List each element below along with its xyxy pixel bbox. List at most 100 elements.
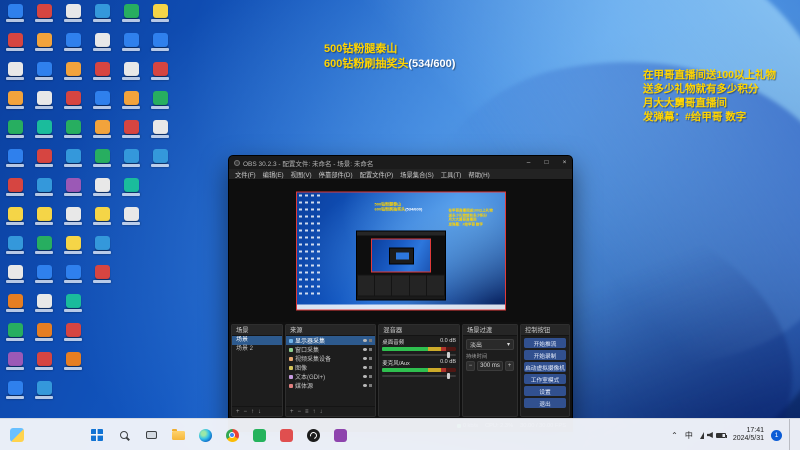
desktop-icon[interactable]	[149, 4, 171, 26]
desktop-icon[interactable]	[120, 91, 142, 113]
visibility-icon[interactable]	[363, 375, 368, 378]
desktop-icon[interactable]	[62, 294, 84, 316]
desktop-icon[interactable]	[62, 33, 84, 55]
desktop-icon[interactable]	[33, 323, 55, 345]
obs-preview-area[interactable]: 500钻粉腿泰山 600钻粉刷抽奖头(534/600) 在甲哥直播间送100以上…	[229, 180, 572, 322]
scene-item[interactable]: 场景 2	[232, 345, 282, 354]
source-up-button[interactable]: ↑	[313, 409, 316, 415]
menu-view[interactable]: 视图(V)	[291, 170, 312, 179]
chrome-icon[interactable]	[221, 424, 243, 446]
duration-value[interactable]: 300 ms	[477, 361, 503, 371]
maximize-button[interactable]: □	[539, 156, 554, 169]
studio-mode-button[interactable]: 工作室模式	[524, 374, 566, 384]
desktop-icon[interactable]	[62, 120, 84, 142]
menu-edit[interactable]: 编辑(E)	[263, 170, 284, 179]
desktop-icon[interactable]	[120, 207, 142, 229]
show-desktop-button[interactable]	[789, 419, 792, 450]
menu-docks[interactable]: 停靠部件(D)	[319, 170, 353, 179]
transition-select[interactable]: 淡出 ▾	[466, 339, 514, 350]
desktop-icon[interactable]	[4, 91, 26, 113]
start-streaming-button[interactable]: 开始推流	[524, 338, 566, 348]
visibility-icon[interactable]	[363, 348, 368, 351]
menu-tools[interactable]: 工具(T)	[441, 170, 462, 179]
slider-knob[interactable]	[447, 352, 451, 358]
menu-profile[interactable]: 配置文件(P)	[360, 170, 394, 179]
duration-increase-button[interactable]: +	[505, 361, 514, 371]
remove-source-button[interactable]: −	[298, 409, 302, 415]
desktop-icon[interactable]	[91, 33, 113, 55]
menu-help[interactable]: 帮助(H)	[468, 170, 489, 179]
desktop-icon[interactable]	[4, 352, 26, 374]
desktop-icon[interactable]	[33, 381, 55, 403]
desktop-icon[interactable]	[149, 62, 171, 84]
desktop-icon[interactable]	[4, 149, 26, 171]
visibility-icon[interactable]	[363, 339, 368, 342]
add-scene-button[interactable]: +	[236, 409, 240, 415]
desktop-icon[interactable]	[33, 33, 55, 55]
desktop-icon[interactable]	[33, 149, 55, 171]
scene-down-button[interactable]: ↓	[258, 409, 261, 415]
desktop-icon[interactable]	[62, 149, 84, 171]
desktop-icon[interactable]	[149, 149, 171, 171]
source-item[interactable]: 窗口采集	[286, 345, 375, 354]
settings-button[interactable]: 设置	[524, 386, 566, 396]
minimize-button[interactable]: –	[521, 156, 536, 169]
exit-button[interactable]: 退出	[524, 398, 566, 408]
desktop-icon[interactable]	[62, 178, 84, 200]
desktop-icon[interactable]	[62, 323, 84, 345]
desktop-icon[interactable]	[120, 4, 142, 26]
desktop-icon[interactable]	[120, 120, 142, 142]
lock-icon[interactable]	[369, 366, 373, 369]
desktop-icon[interactable]	[62, 265, 84, 287]
desktop-icon[interactable]	[4, 236, 26, 258]
lock-icon[interactable]	[369, 339, 373, 342]
desktop-icon[interactable]	[149, 33, 171, 55]
language-indicator[interactable]: 中	[685, 430, 693, 441]
desktop-icon[interactable]	[149, 91, 171, 113]
source-item[interactable]: 显示器采集	[286, 336, 376, 345]
desktop-icon[interactable]	[91, 120, 113, 142]
virtual-camera-button[interactable]: 启动虚拟摄像机	[524, 362, 566, 372]
desktop-icon[interactable]	[33, 207, 55, 229]
desktop-icon[interactable]	[62, 4, 84, 26]
desktop-icon[interactable]	[91, 149, 113, 171]
desktop-icon[interactable]	[33, 265, 55, 287]
visibility-icon[interactable]	[363, 357, 368, 360]
desktop-icon[interactable]	[4, 381, 26, 403]
visibility-icon[interactable]	[363, 366, 368, 369]
task-view-button[interactable]	[140, 424, 162, 446]
desktop-icon[interactable]	[62, 207, 84, 229]
desktop-icon[interactable]	[62, 62, 84, 84]
quick-settings-button[interactable]	[699, 431, 727, 439]
desktop-icon[interactable]	[62, 91, 84, 113]
start-button[interactable]	[86, 424, 108, 446]
desktop-icon[interactable]	[62, 352, 84, 374]
desktop-icon[interactable]	[120, 149, 142, 171]
desktop-icon[interactable]	[120, 33, 142, 55]
desktop-icon[interactable]	[120, 62, 142, 84]
desktop-icon[interactable]	[91, 178, 113, 200]
desktop-icon[interactable]	[4, 4, 26, 26]
edge-icon[interactable]	[194, 424, 216, 446]
desktop-icon[interactable]	[4, 294, 26, 316]
desktop-icon[interactable]	[4, 265, 26, 287]
remove-scene-button[interactable]: −	[244, 409, 248, 415]
source-item[interactable]: 媒体源	[286, 381, 375, 390]
desktop-icon[interactable]	[33, 62, 55, 84]
menu-file[interactable]: 文件(F)	[235, 170, 256, 179]
source-down-button[interactable]: ↓	[320, 409, 323, 415]
desktop-icon[interactable]	[33, 120, 55, 142]
file-explorer-icon[interactable]	[167, 424, 189, 446]
desktop-icon[interactable]	[120, 178, 142, 200]
slider-knob[interactable]	[447, 373, 451, 379]
desktop-icon[interactable]	[33, 4, 55, 26]
clock[interactable]: 17:41 2024/5/31	[733, 427, 764, 444]
scene-up-button[interactable]: ↑	[251, 409, 254, 415]
close-button[interactable]: ×	[557, 156, 572, 169]
desktop-icon[interactable]	[4, 207, 26, 229]
scene-item[interactable]: 场景	[232, 336, 282, 345]
volume-slider[interactable]	[382, 352, 456, 358]
desktop-icon[interactable]	[91, 91, 113, 113]
notification-badge[interactable]: 1	[771, 429, 782, 441]
app-icon-purple[interactable]	[329, 424, 351, 446]
